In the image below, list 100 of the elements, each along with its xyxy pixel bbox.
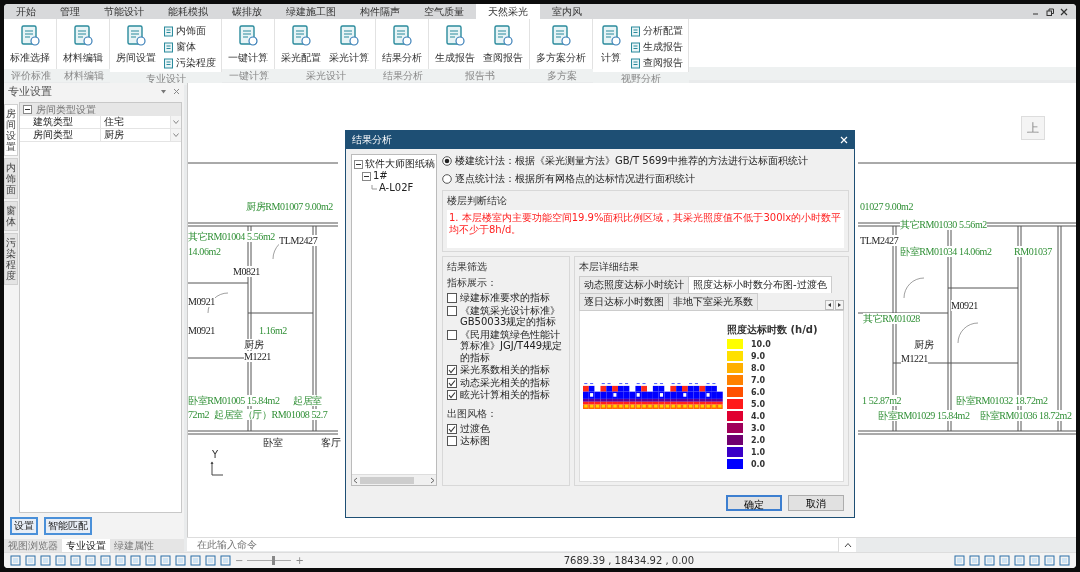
result-tab[interactable]: 逐日达标小时数图 (579, 293, 669, 310)
view-icon[interactable] (999, 555, 1010, 566)
ribbon-button[interactable]: 标准选择 (7, 22, 53, 67)
expand-button[interactable] (838, 538, 856, 552)
tree-item[interactable]: A-L02F (379, 182, 414, 194)
scroll-left-icon[interactable] (825, 300, 834, 310)
checkbox[interactable] (447, 390, 457, 400)
side-tab[interactable]: 房间设置 (4, 104, 18, 156)
group-label: 评价标准 (4, 69, 57, 82)
view-icon[interactable] (954, 555, 965, 566)
checkbox[interactable] (447, 365, 457, 375)
side-tab[interactable]: 窗体 (4, 201, 18, 231)
view-icon[interactable] (25, 555, 36, 566)
dialog-button[interactable]: 确定 (726, 495, 782, 511)
menu-tab[interactable]: 天然采光 (476, 4, 540, 19)
slider-thumb[interactable] (271, 556, 275, 565)
close-icon[interactable] (1060, 7, 1068, 16)
dropdown-button[interactable] (171, 116, 181, 128)
collapse-icon[interactable] (362, 171, 371, 181)
ribbon-button[interactable]: 窗体 (161, 40, 218, 54)
side-tab[interactable]: 污染程度 (4, 233, 18, 285)
ribbon-button[interactable]: 污染程度 (161, 56, 218, 70)
collapse-icon[interactable] (354, 159, 363, 169)
room-label: M0921 (951, 300, 978, 311)
menu-tab[interactable]: 管理 (48, 4, 92, 19)
view-icon[interactable] (85, 555, 96, 566)
view-icon[interactable] (130, 555, 141, 566)
view-icon[interactable] (40, 555, 51, 566)
ribbon-button[interactable]: 采光计算 (326, 22, 372, 67)
view-icon[interactable] (205, 555, 216, 566)
view-icon[interactable] (175, 555, 186, 566)
ribbon-button[interactable]: 查阅报告 (480, 22, 526, 67)
ribbon-button[interactable]: 生成报告 (432, 22, 478, 67)
section-label: 出图风格： (447, 406, 498, 421)
ribbon-button[interactable]: 生成报告 (628, 40, 685, 54)
view-cube-button[interactable]: 上 (1021, 116, 1045, 140)
view-icon[interactable] (10, 555, 21, 566)
menu-tab[interactable]: 绿建施工图 (274, 4, 348, 19)
menu-tab[interactable]: 碳排放 (220, 4, 274, 19)
ribbon-button[interactable]: 房间设置 (113, 22, 159, 70)
checkbox[interactable] (447, 436, 457, 446)
document-icon (443, 24, 467, 48)
chevron-down-icon (173, 120, 179, 124)
view-icon[interactable] (115, 555, 126, 566)
checkbox[interactable] (447, 423, 457, 434)
menu-tab[interactable]: 室内风 (540, 4, 594, 19)
radio-button[interactable] (442, 156, 452, 166)
view-icon[interactable] (1059, 555, 1070, 566)
view-icon[interactable] (1044, 555, 1055, 566)
result-tab[interactable]: 非地下室采光系数 (668, 293, 758, 310)
checkbox[interactable] (447, 329, 457, 340)
view-icon[interactable] (70, 555, 81, 566)
menu-tab[interactable]: 节能设计 (92, 4, 156, 19)
side-tab[interactable]: 内饰面 (4, 158, 18, 199)
dropdown-button[interactable] (171, 129, 181, 141)
ribbon-button[interactable]: 一键计算 (225, 22, 271, 67)
ribbon-button[interactable]: 结果分析 (379, 22, 425, 67)
view-icon[interactable] (160, 555, 171, 566)
menu-tab[interactable]: 空气质量 (412, 4, 476, 19)
panel-tab[interactable]: 专业设置 (62, 539, 110, 552)
ribbon-button[interactable]: 多方案分析 (533, 22, 589, 67)
dialog-button[interactable]: 取消 (788, 495, 844, 511)
checkbox[interactable] (447, 377, 457, 388)
document-icon (124, 24, 148, 48)
collapse-icon[interactable] (23, 105, 32, 114)
scroll-right-icon[interactable] (835, 300, 844, 310)
tree-item[interactable]: 软件大师图纸稿 (365, 158, 435, 170)
view-icon[interactable] (984, 555, 995, 566)
ribbon-button[interactable]: 计算 (596, 22, 626, 70)
menu-tab[interactable]: 构件隔声 (348, 4, 412, 19)
dropdown-icon[interactable] (160, 88, 167, 95)
panel-button[interactable]: 设置 (10, 517, 38, 535)
view-icon[interactable] (55, 555, 66, 566)
result-tab[interactable]: 照度达标小时数分布图-过渡色 (688, 276, 832, 293)
result-tab[interactable]: 动态照度达标小时统计 (579, 276, 689, 293)
checkbox[interactable] (447, 305, 457, 316)
panel-tab[interactable]: 视图浏览器 (4, 539, 62, 552)
ribbon-button[interactable]: 材料编辑 (60, 22, 106, 67)
view-icon[interactable] (100, 555, 111, 566)
ribbon-button[interactable]: 查阅报告 (628, 56, 685, 70)
ribbon-button[interactable]: 内饰面 (161, 24, 218, 38)
ribbon-button[interactable]: 分析配置 (628, 24, 685, 38)
view-icon[interactable] (1014, 555, 1025, 566)
menu-tab[interactable]: 开始 (4, 4, 48, 19)
tree-item[interactable]: 1# (373, 170, 388, 182)
view-icon[interactable] (969, 555, 980, 566)
view-icon[interactable] (220, 555, 231, 566)
view-icon[interactable] (145, 555, 156, 566)
scrollbar[interactable] (352, 474, 436, 485)
ribbon-button[interactable]: 采光配置 (278, 22, 324, 67)
panel-tab[interactable]: 绿建属性 (110, 539, 158, 552)
command-field[interactable]: 在此输入命令 (187, 538, 838, 551)
legend-label: 5.0 (751, 399, 766, 409)
checkbox[interactable] (447, 293, 457, 303)
menu-tab[interactable]: 能耗模拟 (156, 4, 220, 19)
view-icon[interactable] (1029, 555, 1040, 566)
radio-button[interactable] (442, 174, 452, 184)
panel-button[interactable]: 智能匹配 (44, 517, 92, 535)
restore-icon[interactable] (1046, 7, 1054, 16)
view-icon[interactable] (190, 555, 201, 566)
